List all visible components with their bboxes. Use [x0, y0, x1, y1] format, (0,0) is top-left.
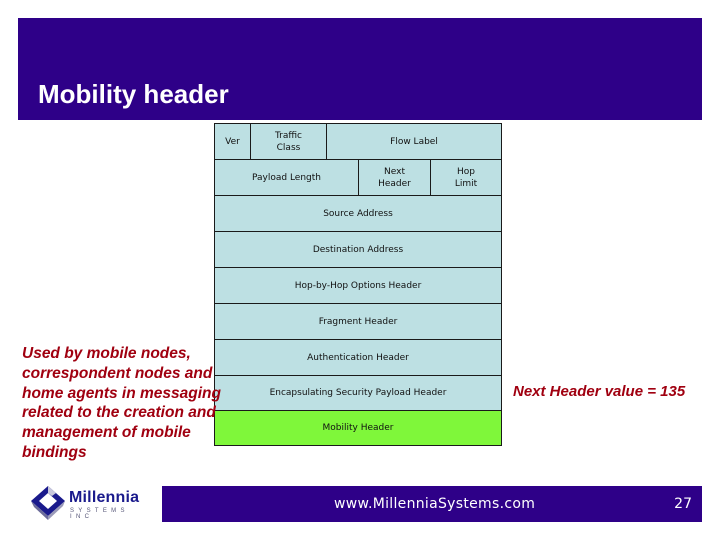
diamond-cube-icon [31, 486, 65, 520]
logo-subtitle: SYSTEMS INC [70, 508, 129, 520]
footer-bar: www.MillenniaSystems.com 27 [162, 486, 702, 522]
cell-destination-address: Destination Address [214, 231, 502, 268]
slide-title: Mobility header [38, 79, 229, 109]
cell-fragment-header: Fragment Header [214, 303, 502, 340]
cell-traffic-class: Traffic Class [250, 123, 327, 160]
cell-ver: Ver [214, 123, 251, 160]
cell-esp-header: Encapsulating Security Payload Header [214, 375, 502, 411]
cell-hop-limit: Hop Limit [430, 159, 502, 196]
next-header-value-note: Next Header value = 135 [513, 383, 686, 400]
usage-note: Used by mobile nodes, correspondent node… [22, 345, 221, 461]
title-bar: Mobility header [18, 18, 702, 120]
cell-authentication-header: Authentication Header [214, 339, 502, 376]
company-logo: Millennia SYSTEMS INC [28, 484, 153, 522]
cell-payload-length: Payload Length [214, 159, 359, 196]
page-number: 27 [674, 496, 692, 512]
ipv6-header-diagram: Ver Traffic Class Flow Label Payload Len… [214, 123, 502, 446]
cell-flow-label: Flow Label [326, 123, 502, 160]
cell-next-header: Next Header [358, 159, 431, 196]
cell-hop-by-hop-options: Hop-by-Hop Options Header [214, 267, 502, 304]
cell-source-address: Source Address [214, 195, 502, 232]
cell-mobility-header: Mobility Header [214, 410, 502, 446]
footer-url: www.MillenniaSystems.com [334, 496, 536, 512]
logo-name: Millennia [69, 489, 140, 506]
